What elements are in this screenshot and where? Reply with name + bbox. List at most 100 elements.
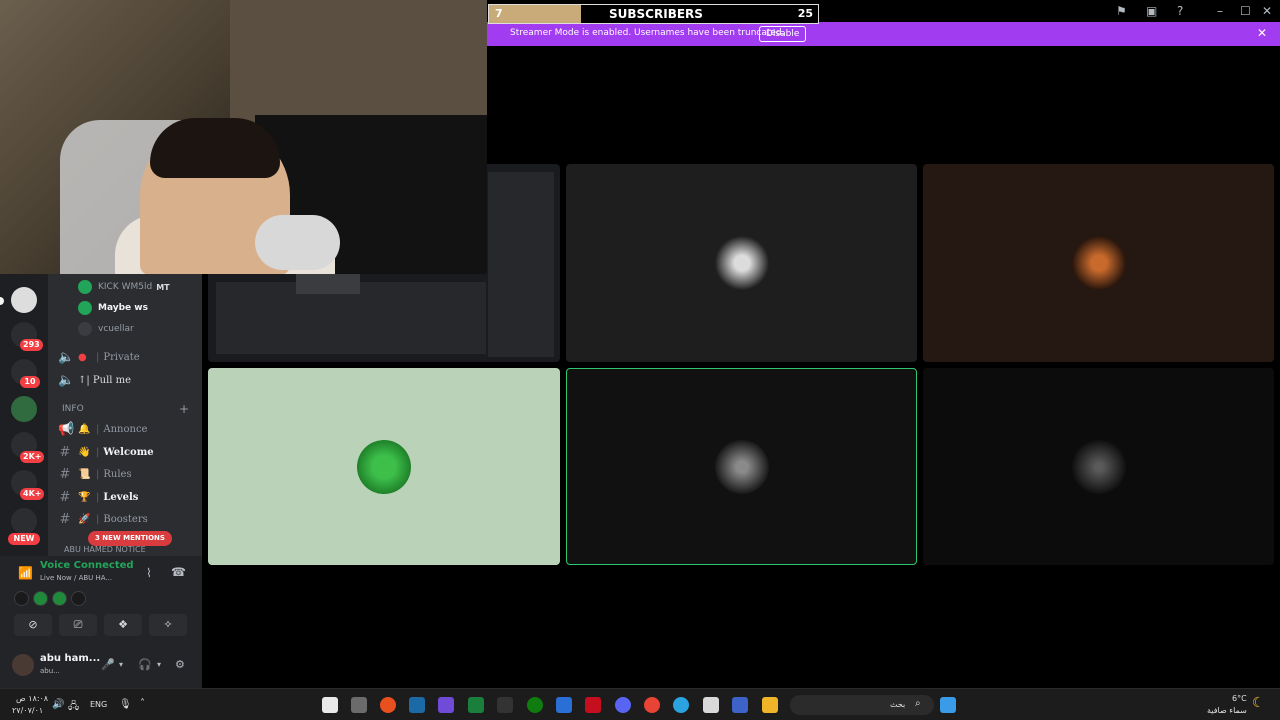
language-indicator[interactable]: ENG xyxy=(90,700,107,709)
screen-share-button[interactable]: ⎚ xyxy=(59,614,97,636)
subscriber-goal-bar: 7 SUBSCRIBERS 25 xyxy=(488,4,819,24)
streamer-mode-message: Streamer Mode is enabled. Usernames have… xyxy=(510,28,785,38)
voice-user-name: vcuellar xyxy=(98,324,134,334)
voice-user-name: Maybe ws xyxy=(98,303,148,313)
participant-tile[interactable] xyxy=(208,368,560,565)
screen: 7 SUBSCRIBERS 25 ⚑ ▣ ? – ☐ ✕ Streamer Mo… xyxy=(0,0,1280,720)
clock-date[interactable]: ٢٧/٠٧/٠١ xyxy=(12,706,43,715)
mic-icon[interactable]: 🎤 xyxy=(101,658,115,671)
excel-icon[interactable] xyxy=(468,697,484,713)
avatar[interactable] xyxy=(33,591,48,606)
network-icon[interactable]: 🖧 xyxy=(68,699,79,716)
channel-name: Annonce xyxy=(103,423,148,435)
server-icon[interactable] xyxy=(11,287,37,313)
channel-rules[interactable]: # 📜 | Rules xyxy=(48,464,202,484)
subscriber-label: SUBSCRIBERS xyxy=(609,7,703,21)
new-badge[interactable]: NEW xyxy=(8,533,40,545)
server-badge: 293 xyxy=(20,339,43,351)
teams-icon[interactable] xyxy=(732,697,748,713)
channel-emoji: 🏆 xyxy=(78,491,91,503)
store-icon[interactable] xyxy=(703,697,719,713)
app-icon[interactable] xyxy=(556,697,572,713)
subscriber-goal-fill xyxy=(489,5,582,23)
hash-icon: # xyxy=(59,511,71,527)
disable-streamer-mode-button[interactable]: Disable xyxy=(759,26,807,42)
weather-desc[interactable]: سماء صافية xyxy=(1207,706,1247,715)
channel-annonce[interactable]: 📢 🔔 | Annonce xyxy=(48,419,202,439)
minimize-icon[interactable]: – xyxy=(1217,4,1223,18)
category-info[interactable]: INFO xyxy=(62,404,84,414)
weather-temp[interactable]: 6°C xyxy=(1232,694,1247,703)
camera-off-button[interactable]: ⊘ xyxy=(14,614,52,636)
settings-gear-icon[interactable]: ⚙ xyxy=(175,658,185,671)
disconnect-icon[interactable]: ☎ xyxy=(171,565,186,579)
headphones-icon[interactable]: 🎧 xyxy=(138,658,152,671)
avatar[interactable] xyxy=(14,591,29,606)
voice-channel-private[interactable]: 🔈 ● | Private xyxy=(48,347,202,367)
voice-user[interactable]: vcuellar xyxy=(78,320,134,338)
channel-name: Levels xyxy=(103,491,139,503)
participant-tile[interactable] xyxy=(923,164,1274,362)
windows-start-icon[interactable] xyxy=(940,697,956,713)
chevron-down-icon[interactable]: ▾ xyxy=(119,660,123,669)
server-folder-icon[interactable] xyxy=(11,508,37,534)
moon-icon[interactable]: ☾ xyxy=(1252,695,1265,711)
channel-boosters[interactable]: # 🚀 | Boosters xyxy=(48,509,202,529)
channel-list: KICK WM5ld MT Maybe ws vcuellar 🔈 ● | Pr… xyxy=(48,274,202,556)
voice-channel-pull-me[interactable]: 🔈 ↑| Pull me xyxy=(48,370,202,390)
close-window-icon[interactable]: ✕ xyxy=(1262,4,1272,18)
widgets-icon[interactable] xyxy=(322,697,338,713)
inbox-flag-icon[interactable]: ⚑ xyxy=(1116,4,1127,18)
voice-connected-status[interactable]: Voice Connected xyxy=(40,560,134,571)
steam-icon[interactable] xyxy=(409,697,425,713)
participant-tile-speaking[interactable] xyxy=(566,368,917,565)
app-icon[interactable] xyxy=(438,697,454,713)
red-dot-icon: ● xyxy=(78,351,87,363)
chevron-up-icon[interactable]: ˄ xyxy=(140,698,145,709)
avatar[interactable] xyxy=(12,654,34,676)
category-abu-hamed-notice[interactable]: ABU HAMED NOTICE xyxy=(64,545,146,554)
channel-name: Private xyxy=(103,351,140,363)
xbox-icon[interactable] xyxy=(527,697,543,713)
avatar[interactable] xyxy=(52,591,67,606)
voice-user-tag: MT xyxy=(156,282,170,292)
channel-emoji: 👋 xyxy=(78,446,91,458)
add-channel-icon[interactable]: + xyxy=(179,402,189,416)
telegram-icon[interactable] xyxy=(673,697,689,713)
avatar xyxy=(714,439,769,494)
help-icon[interactable]: ? xyxy=(1177,4,1183,18)
new-mentions-button[interactable]: 3 NEW MENTIONS xyxy=(88,531,172,546)
discord-icon[interactable] xyxy=(615,697,631,713)
app-icon[interactable] xyxy=(351,697,367,713)
chrome-icon[interactable] xyxy=(644,697,660,713)
brave-icon[interactable] xyxy=(380,697,396,713)
server-folder-icon[interactable] xyxy=(11,396,37,422)
voice-user[interactable]: Maybe ws xyxy=(78,299,148,317)
maximize-icon[interactable]: ☐ xyxy=(1240,4,1251,18)
noise-suppression-icon[interactable]: ⌇ xyxy=(146,566,152,580)
search-placeholder: بحث xyxy=(890,700,906,709)
voice-user[interactable]: KICK WM5ld MT xyxy=(78,278,170,296)
user-name[interactable]: abu ham... xyxy=(40,653,100,664)
mic-icon[interactable]: 🎙 xyxy=(119,699,132,710)
voice-channel-name[interactable]: Live Now / ABU HA... xyxy=(40,574,112,582)
close-banner-icon[interactable]: ✕ xyxy=(1257,26,1267,40)
channel-welcome[interactable]: # 👋 | Welcome xyxy=(48,442,202,462)
volume-icon[interactable]: 🔊 xyxy=(52,699,64,710)
avatar xyxy=(714,236,769,290)
taskbar-search[interactable]: بحث ⌕ xyxy=(790,695,934,715)
taskbar: ١٨:٠٨ ص ٢٧/٠٧/٠١ 🔊 🖧 ENG 🎙 ˄ بحث ⌕ 6°C س… xyxy=(0,688,1280,720)
file-explorer-icon[interactable] xyxy=(762,697,778,713)
participant-tile[interactable] xyxy=(923,368,1274,565)
channel-levels[interactable]: # 🏆 | Levels xyxy=(48,487,202,507)
signal-icon[interactable]: 📶 xyxy=(18,566,33,580)
soundboard-button[interactable]: ✧ xyxy=(149,614,187,636)
screen-icon[interactable]: ▣ xyxy=(1146,4,1157,18)
app-icon[interactable] xyxy=(497,697,513,713)
netflix-icon[interactable] xyxy=(585,697,601,713)
activities-button[interactable]: ❖ xyxy=(104,614,142,636)
clock-time[interactable]: ١٨:٠٨ ص xyxy=(16,694,48,703)
participant-tile[interactable] xyxy=(566,164,917,362)
chevron-down-icon[interactable]: ▾ xyxy=(157,660,161,669)
avatar[interactable] xyxy=(71,591,86,606)
